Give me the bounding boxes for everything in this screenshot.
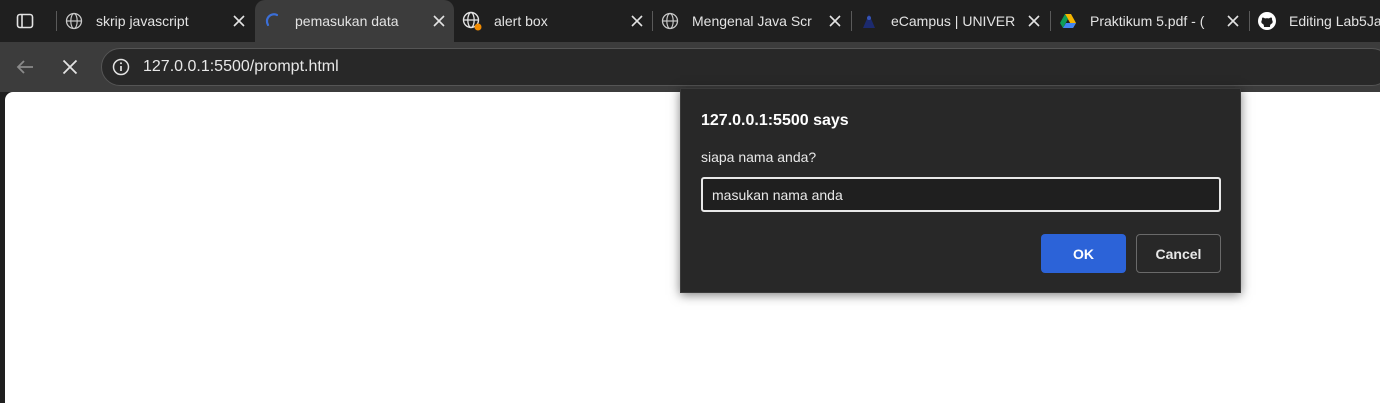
info-icon[interactable] <box>111 57 131 77</box>
dialog-title: 127.0.0.1:5500 says <box>701 112 849 129</box>
close-icon[interactable] <box>428 10 450 32</box>
close-icon[interactable] <box>626 10 648 32</box>
tab-search-button[interactable] <box>8 6 42 36</box>
back-button[interactable] <box>10 52 40 82</box>
tab-label: Mengenal Java Scr <box>692 13 812 29</box>
globe-icon <box>462 11 482 31</box>
github-icon <box>1257 11 1277 31</box>
tab-separator <box>1249 11 1250 31</box>
loading-spinner-icon <box>263 11 283 31</box>
globe-icon <box>660 11 680 31</box>
tab-label: alert box <box>494 13 548 29</box>
tab-skrip-javascript[interactable]: skrip javascript <box>56 0 254 42</box>
stop-loading-button[interactable] <box>55 52 85 82</box>
tab-editing-lab5[interactable]: Editing Lab5Ja <box>1249 0 1380 42</box>
ok-button[interactable]: OK <box>1041 234 1126 273</box>
url-text: 127.0.0.1:5500/prompt.html <box>143 58 339 75</box>
tab-separator <box>1050 11 1051 31</box>
tab-separator <box>56 11 57 31</box>
tab-label: Praktikum 5.pdf - ( <box>1090 13 1205 29</box>
prompt-input[interactable] <box>701 177 1221 212</box>
tab-separator <box>851 11 852 31</box>
dialog-message: siapa nama anda? <box>701 149 817 165</box>
tab-ecampus[interactable]: eCampus | UNIVER <box>851 0 1049 42</box>
university-logo-icon <box>859 11 879 31</box>
back-arrow-icon <box>16 60 33 74</box>
tab-praktikum-pdf[interactable]: Praktikum 5.pdf - ( <box>1050 0 1248 42</box>
close-icon[interactable] <box>228 10 250 32</box>
browser-toolbar: 127.0.0.1:5500/prompt.html <box>0 42 1380 92</box>
close-icon[interactable] <box>1222 10 1244 32</box>
close-icon <box>62 59 78 75</box>
cancel-button[interactable]: Cancel <box>1136 234 1221 273</box>
google-drive-icon <box>1058 11 1078 31</box>
tab-list-icon <box>16 13 34 29</box>
tab-label: Editing Lab5Ja <box>1289 13 1380 29</box>
close-icon[interactable] <box>1023 10 1045 32</box>
prompt-dialog: 127.0.0.1:5500 says siapa nama anda? OK … <box>680 88 1241 293</box>
close-icon[interactable] <box>824 10 846 32</box>
tab-label: skrip javascript <box>96 13 189 29</box>
tab-label: eCampus | UNIVER <box>891 13 1016 29</box>
tab-mengenal-java-script[interactable]: Mengenal Java Scr <box>652 0 850 42</box>
tab-pemasukan-data[interactable]: pemasukan data <box>255 0 454 42</box>
tab-label: pemasukan data <box>295 13 399 29</box>
address-bar[interactable]: 127.0.0.1:5500/prompt.html <box>101 48 1380 86</box>
tab-separator <box>652 11 653 31</box>
tab-alert-box[interactable]: alert box <box>454 0 652 42</box>
tab-strip: skrip javascript pemasukan data alert bo… <box>0 0 1380 42</box>
globe-icon <box>64 11 84 31</box>
